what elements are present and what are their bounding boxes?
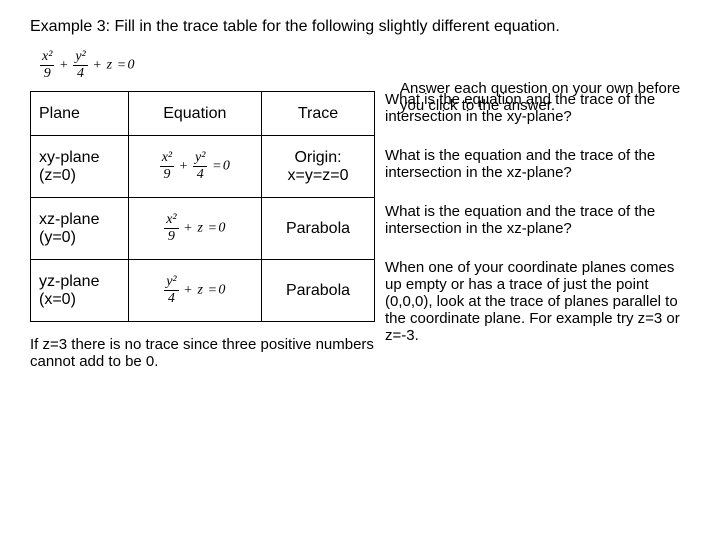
header-plane: Plane: [31, 92, 129, 136]
cell-equation: x²9 + y²4 =0: [128, 136, 261, 198]
cell-equation: y²4 + z =0: [128, 260, 261, 322]
question-xz-2: What is the equation and the trace of th…: [385, 203, 690, 237]
header-equation: Equation: [128, 92, 261, 136]
table-row: xz-plane (y=0) x²9 + z =0 Parabola: [31, 198, 375, 260]
main-equation: x²9 + y²4 + z =0: [40, 50, 690, 81]
table-row: xy-plane (z=0) x²9 + y²4 =0 Origin: x=y=…: [31, 136, 375, 198]
instruction-text: Answer each question on your own before …: [400, 80, 685, 114]
cell-plane: xz-plane (y=0): [31, 198, 129, 260]
cell-trace: Origin: x=y=z=0: [262, 136, 375, 198]
table-header-row: Plane Equation Trace: [31, 92, 375, 136]
cell-trace: Parabola: [262, 260, 375, 322]
parallel-planes-note: When one of your coordinate planes comes…: [385, 259, 690, 344]
cell-plane: yz-plane (x=0): [31, 260, 129, 322]
table-row: yz-plane (x=0) y²4 + z =0 Parabola: [31, 260, 375, 322]
cell-trace: Parabola: [262, 198, 375, 260]
header-trace: Trace: [262, 92, 375, 136]
cell-plane: xy-plane (z=0): [31, 136, 129, 198]
question-xz: What is the equation and the trace of th…: [385, 147, 690, 181]
footnote-text: If z=3 there is no trace since three pos…: [30, 336, 375, 370]
page-title: Example 3: Fill in the trace table for t…: [30, 18, 690, 36]
trace-table: Plane Equation Trace xy-plane (z=0) x²9 …: [30, 91, 375, 322]
cell-equation: x²9 + z =0: [128, 198, 261, 260]
